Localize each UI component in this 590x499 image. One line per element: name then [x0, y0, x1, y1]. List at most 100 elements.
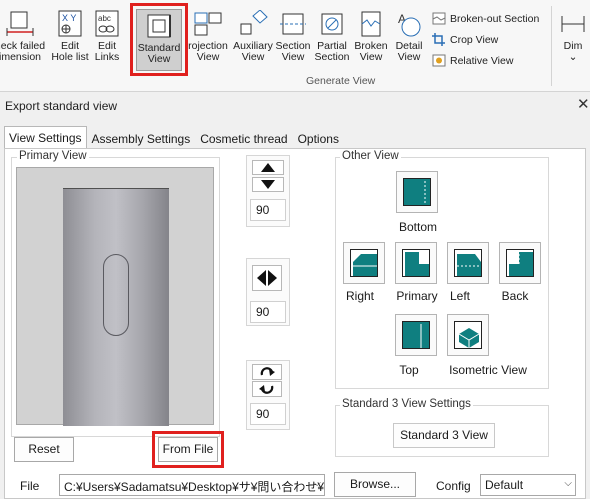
- config-label: Config: [436, 479, 471, 493]
- dialog-title: Export standard view: [5, 99, 118, 113]
- right-view-icon: [350, 249, 378, 277]
- chevron-down-icon: ⌵: [313, 478, 321, 489]
- part-top-edge: [63, 188, 169, 189]
- tab-view-settings[interactable]: View Settings: [4, 126, 87, 148]
- hole-list-icon: X Y: [55, 10, 85, 38]
- rotate-horizontal-button[interactable]: [252, 265, 282, 291]
- tab-assembly-settings[interactable]: Assembly Settings: [87, 128, 196, 148]
- file-label: File: [20, 479, 40, 493]
- relative-view-button[interactable]: Relative View: [432, 54, 513, 67]
- crop-view-button[interactable]: Crop View: [432, 33, 498, 46]
- left-view-label: Left: [449, 289, 470, 303]
- top-view-icon: [402, 321, 430, 349]
- broken-view-icon: [356, 10, 386, 38]
- file-path-value: C:¥Users¥Sadamatsu¥Desktop¥サ¥問い合わせ¥052: [64, 480, 325, 494]
- bottom-view-button[interactable]: [396, 171, 438, 213]
- broken-out-section-button[interactable]: Broken-out Section: [432, 12, 539, 25]
- isometric-view-button[interactable]: [447, 314, 489, 356]
- app-window: heck failed imension X Y Edit Hole list …: [0, 0, 590, 499]
- bottom-view-icon: [403, 178, 431, 206]
- file-path-combo[interactable]: C:¥Users¥Sadamatsu¥Desktop¥サ¥問い合わせ¥052 ⌵: [59, 474, 325, 496]
- rotate-clockwise-icon: [260, 367, 275, 376]
- primary-label: Primary: [396, 289, 438, 303]
- horizontal-rotation-input[interactable]: 90: [250, 301, 286, 323]
- roll-rotation-input[interactable]: 90: [250, 403, 286, 425]
- rotate-down-button[interactable]: [252, 177, 284, 192]
- from-file-highlight: [152, 431, 224, 468]
- dim-button[interactable]: Dim ⌄: [556, 8, 590, 72]
- chevron-down-icon: ⌵: [564, 478, 572, 489]
- left-view-icon: [454, 249, 482, 277]
- primary-view-icon: [402, 249, 430, 277]
- crop-view-label: Crop View: [450, 33, 499, 46]
- tab-options[interactable]: Options: [293, 128, 344, 148]
- primary-view-button[interactable]: [395, 242, 437, 284]
- rotate-cw-button[interactable]: [252, 364, 282, 380]
- hole-list-label: Hole list: [51, 51, 89, 63]
- isometric-view-label: Isometric View: [449, 363, 527, 377]
- broken-view-button[interactable]: Broken View: [352, 8, 390, 72]
- other-view-label: Other View: [340, 150, 401, 162]
- dimension-label: imension: [0, 51, 42, 63]
- tab-strip: View Settings Assembly Settings Cosmetic…: [4, 126, 344, 148]
- primary-view-label: Primary View: [17, 150, 89, 162]
- ribbon: heck failed imension X Y Edit Hole list …: [0, 0, 590, 92]
- part-model-image: [63, 188, 169, 426]
- back-view-label: Back: [501, 289, 529, 303]
- triangle-up-icon: [261, 163, 275, 172]
- check-failed-dimension-button[interactable]: heck failed imension: [0, 8, 48, 72]
- standard-3-view-button[interactable]: Standard 3 View: [393, 423, 495, 448]
- ribbon-separator: [551, 6, 552, 86]
- relative-view-icon: [432, 54, 446, 67]
- tab-cosmetic-thread[interactable]: Cosmetic thread: [195, 128, 292, 148]
- triangle-left-right-icon: [257, 270, 277, 286]
- config-value: Default: [485, 478, 524, 492]
- top-view-label: Top: [399, 363, 419, 377]
- rotate-ccw-button[interactable]: [252, 381, 282, 397]
- svg-text:abc: abc: [98, 14, 111, 23]
- top-view-button[interactable]: [395, 314, 437, 356]
- right-view-button[interactable]: [343, 242, 385, 284]
- detail-view-icon: A: [394, 10, 424, 38]
- reset-button[interactable]: Reset: [14, 437, 74, 462]
- part-slot: [103, 254, 129, 336]
- projection-view-icon: [193, 10, 223, 38]
- projection-view-button[interactable]: rojection View: [186, 8, 230, 72]
- vertical-rotation-input[interactable]: 90: [250, 199, 286, 221]
- auxiliary-view-button[interactable]: Auxiliary View: [230, 8, 276, 72]
- detail-view-button[interactable]: A Detail View: [392, 8, 426, 72]
- dim-expand-icon: ⌄: [568, 51, 578, 63]
- bottom-view-label: Bottom: [398, 220, 437, 234]
- auxiliary-view-icon: [238, 9, 268, 38]
- check-dimension-icon: [5, 10, 35, 38]
- section-view-button[interactable]: Section View: [274, 8, 312, 72]
- rotate-up-button[interactable]: [252, 160, 284, 175]
- triangle-down-icon: [261, 180, 275, 189]
- left-view-button[interactable]: [447, 242, 489, 284]
- browse-button[interactable]: Browse...: [334, 472, 416, 497]
- partial-section-button[interactable]: Partial Section: [312, 8, 352, 72]
- crop-icon: [432, 33, 446, 46]
- standard-3-view-settings-label: Standard 3 View Settings: [340, 398, 473, 410]
- broken-out-section-label: Broken-out Section: [450, 12, 540, 25]
- close-icon[interactable]: ✕: [577, 95, 590, 113]
- standard-view-highlight: [130, 3, 188, 76]
- view-label: View: [281, 51, 305, 63]
- relative-view-label: Relative View: [450, 54, 514, 67]
- generate-view-group-label: Generate View: [306, 75, 376, 87]
- dim-icon: [558, 10, 588, 38]
- config-combo[interactable]: Default ⌵: [480, 474, 576, 496]
- right-view-label: Right: [345, 289, 374, 303]
- view-label: View: [397, 51, 421, 63]
- section-label: Section: [314, 51, 350, 63]
- view-label: View: [196, 51, 220, 63]
- partial-section-icon: [317, 10, 347, 38]
- links-label: Links: [94, 51, 120, 63]
- back-view-button[interactable]: [499, 242, 541, 284]
- rotate-counterclockwise-icon: [259, 385, 274, 394]
- edit-links-button[interactable]: abc Edit Links: [90, 8, 124, 72]
- back-view-icon: [506, 249, 534, 277]
- edit-hole-list-button[interactable]: X Y Edit Hole list: [48, 8, 92, 72]
- view-label: View: [359, 51, 383, 63]
- broken-out-section-icon: [432, 12, 446, 25]
